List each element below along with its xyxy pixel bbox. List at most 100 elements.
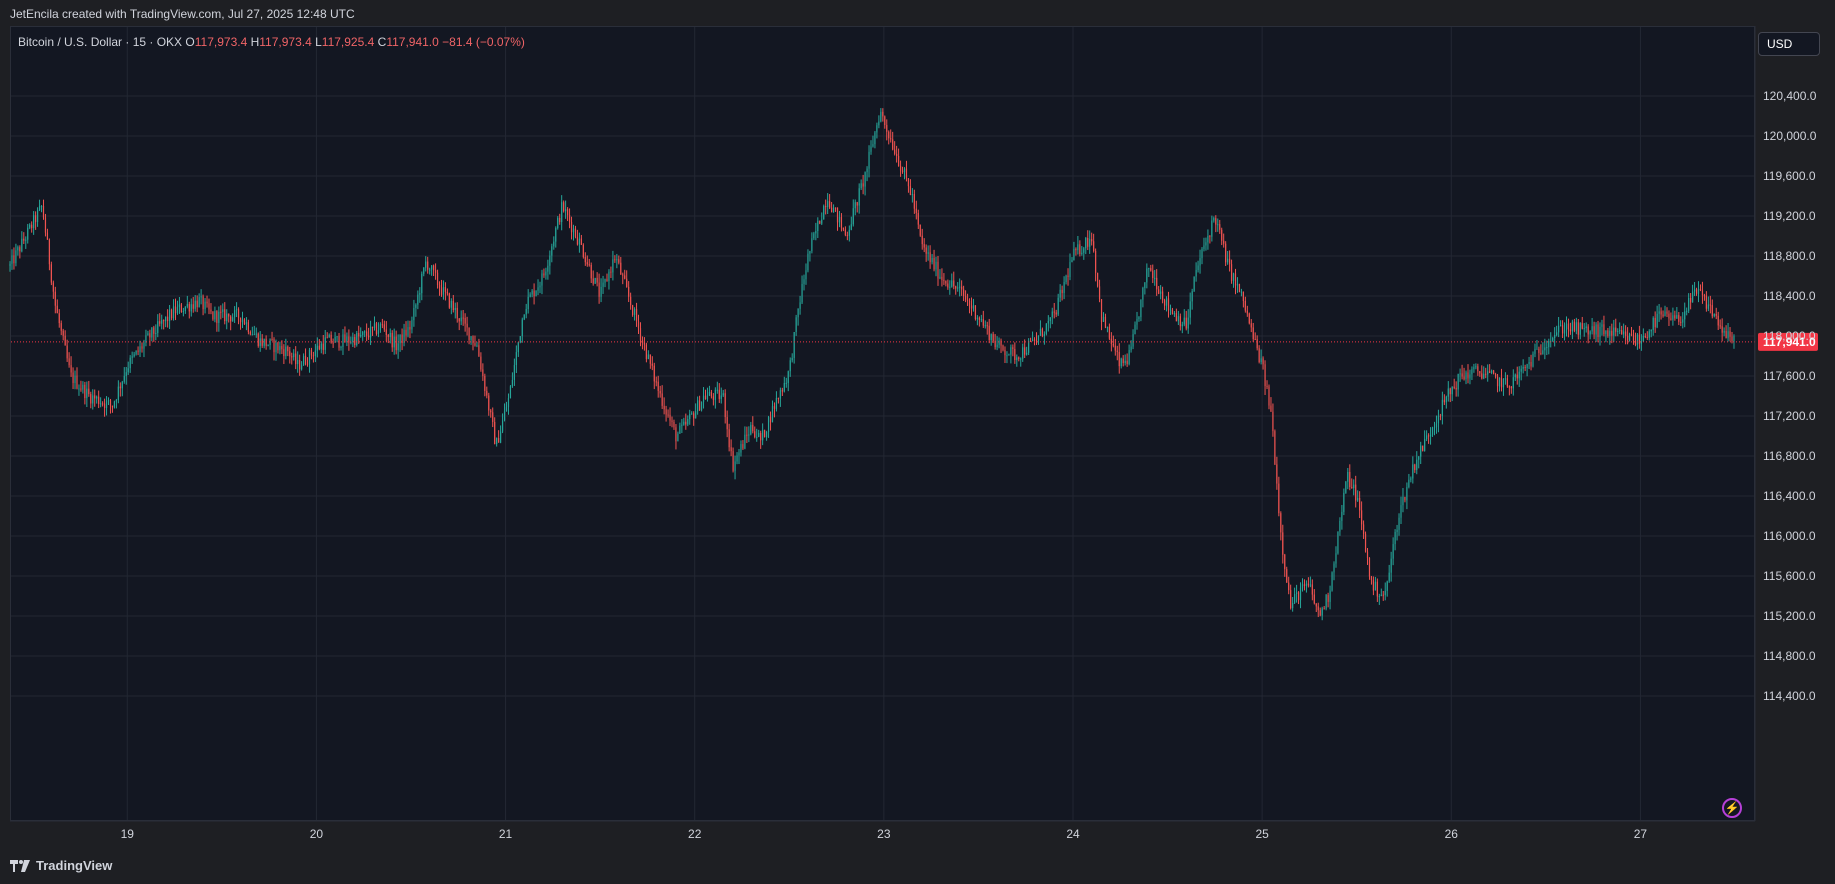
candle-body [297, 360, 299, 365]
candle-body [1443, 399, 1445, 403]
candle-body [1561, 325, 1564, 334]
candle-body [1398, 517, 1400, 530]
candle-body [1179, 316, 1181, 327]
candle-body [1323, 608, 1325, 610]
candle-body [649, 354, 651, 364]
candle-body [1108, 326, 1111, 339]
candle-body [570, 222, 573, 233]
candle-body [237, 309, 240, 318]
candle-body [819, 220, 821, 224]
y-tick-label: 116,800.0 [1763, 449, 1816, 463]
lightning-icon[interactable]: ⚡ [1722, 798, 1742, 818]
candle-body [511, 379, 514, 387]
candle-body [1144, 282, 1146, 288]
candle-body [1252, 327, 1254, 339]
candle-body [322, 343, 324, 350]
tradingview-branding[interactable]: TradingView [10, 858, 112, 873]
candlestick-chart[interactable]: 117,941.0 114,400.0 114,800.0 115,200.0 115… [0, 0, 1835, 884]
candle-body [1142, 287, 1144, 300]
candle-body [105, 400, 108, 409]
candle-body [756, 436, 758, 438]
candle-body [1644, 335, 1646, 337]
candle-body [1189, 301, 1191, 318]
candle-body [919, 224, 921, 236]
close-value: 117,941.0 [386, 35, 439, 49]
candle-body [279, 346, 281, 351]
candle-body [972, 305, 975, 309]
candle-body [84, 384, 86, 399]
candle-body [1150, 268, 1152, 271]
candle-body [854, 202, 856, 209]
candle-body [440, 288, 443, 295]
candle-body [427, 261, 429, 270]
candle-body [519, 336, 521, 343]
currency-selector-button[interactable]: USD [1758, 32, 1820, 56]
candle-body [1530, 361, 1532, 367]
candle-body [332, 342, 334, 344]
candle-body [730, 447, 732, 452]
candle-body [115, 400, 117, 402]
candle-body [740, 444, 742, 453]
candle-body [935, 261, 937, 270]
candle-body [80, 388, 82, 390]
candle-body [228, 313, 230, 317]
candle-body [655, 381, 657, 383]
candle-body [982, 319, 984, 326]
candle-body [1095, 250, 1097, 273]
candle-body [1520, 368, 1522, 372]
candle-body [1274, 431, 1276, 465]
candle-body [86, 388, 88, 399]
candle-body [738, 452, 740, 456]
candle-body [1028, 340, 1030, 353]
candle-body [1457, 373, 1459, 390]
candle-body [184, 306, 186, 311]
candle-body [1165, 298, 1168, 306]
candle-body [1544, 347, 1546, 351]
candle-body [675, 427, 677, 442]
candle-body [507, 398, 510, 408]
candle-body [553, 241, 555, 247]
candle-body [1514, 374, 1516, 378]
candle-body [293, 353, 295, 358]
x-tick-label: 26 [1445, 827, 1459, 841]
candle-body [1126, 360, 1128, 365]
candle-body [746, 434, 748, 436]
candle-body [665, 409, 667, 415]
candle-body [364, 331, 366, 333]
candle-body [1307, 583, 1309, 586]
candle-body [1599, 326, 1601, 338]
candle-body [64, 335, 66, 346]
candle-body [1422, 445, 1424, 451]
candle-body [951, 280, 953, 287]
change-value: −81.4 (−0.07%) [442, 35, 525, 49]
candle-body [685, 421, 687, 425]
candle-body [706, 395, 709, 400]
candle-body [695, 411, 697, 419]
candle-body [480, 356, 482, 370]
candle-body [1364, 533, 1367, 552]
candle-body [992, 334, 994, 341]
candle-body [793, 332, 795, 358]
candle-body [1102, 316, 1105, 322]
candle-body [1349, 471, 1351, 488]
candle-body [42, 205, 45, 218]
candle-body [82, 384, 84, 390]
candle-body [531, 290, 533, 295]
candle-body [1406, 487, 1408, 501]
candle-body [545, 271, 547, 276]
candle-body [716, 389, 718, 391]
candle-body [1008, 354, 1010, 356]
candle-body [129, 357, 131, 369]
candle-body [452, 300, 454, 310]
candle-body [1489, 371, 1491, 373]
candle-body [436, 272, 439, 286]
candle-body [1278, 483, 1280, 514]
candle-body [1254, 338, 1256, 340]
candle-body [1045, 323, 1047, 334]
candle-body [1573, 321, 1575, 331]
candle-body [890, 138, 892, 140]
candle-body [525, 309, 527, 315]
candle-body [1506, 378, 1508, 387]
candle-body [1020, 358, 1022, 360]
candle-body [830, 207, 833, 213]
